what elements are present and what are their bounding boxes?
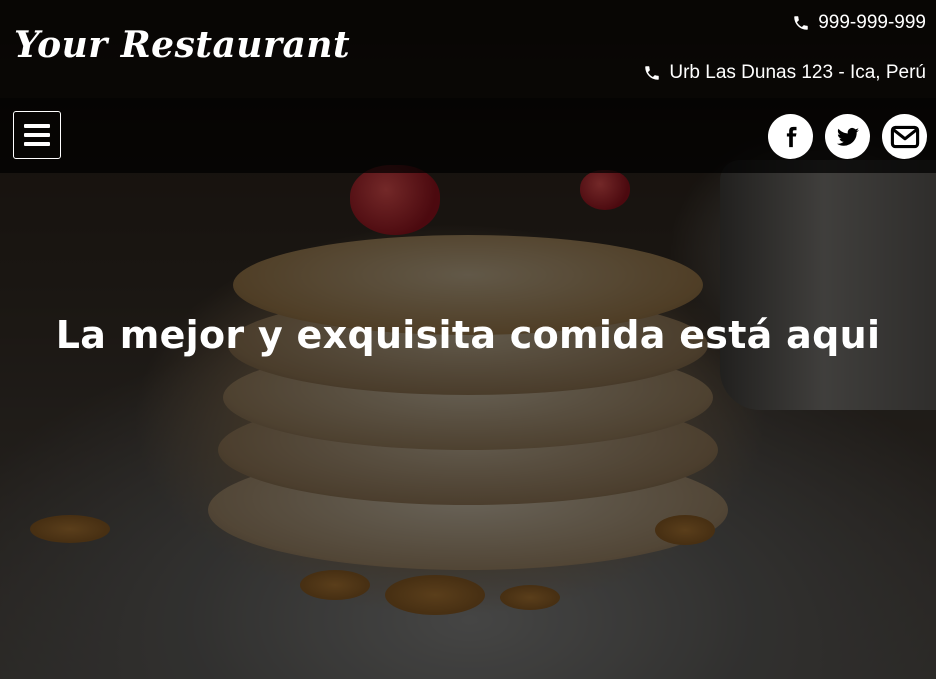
hamburger-menu-icon-bar — [24, 142, 50, 146]
hero-headline: La mejor y exquisita comida está aqui — [55, 313, 881, 358]
social-links — [768, 114, 927, 159]
contact-phone: 999-999-999 — [792, 12, 926, 34]
twitter-icon — [836, 127, 859, 146]
phone-number: 999-999-999 — [818, 12, 926, 33]
twitter-button[interactable] — [825, 114, 870, 159]
facebook-icon — [786, 126, 796, 147]
contact-address: Urb Las Dunas 123 - Ica, Perú — [643, 62, 926, 84]
navbar — [0, 98, 936, 173]
menu-toggle-button[interactable] — [13, 111, 61, 159]
hamburger-menu-icon-bar — [24, 133, 50, 137]
email-button[interactable] — [882, 114, 927, 159]
phone-icon — [645, 66, 660, 80]
address-text: Urb Las Dunas 123 - Ica, Perú — [669, 62, 926, 83]
envelope-icon — [890, 125, 919, 148]
hamburger-menu-icon — [24, 124, 50, 128]
phone-icon — [794, 16, 808, 30]
top-header: Your Restaurant 999-999-999 Urb Las Duna… — [0, 0, 936, 98]
facebook-button[interactable] — [768, 114, 813, 159]
restaurant-logo[interactable]: Your Restaurant — [14, 24, 350, 66]
